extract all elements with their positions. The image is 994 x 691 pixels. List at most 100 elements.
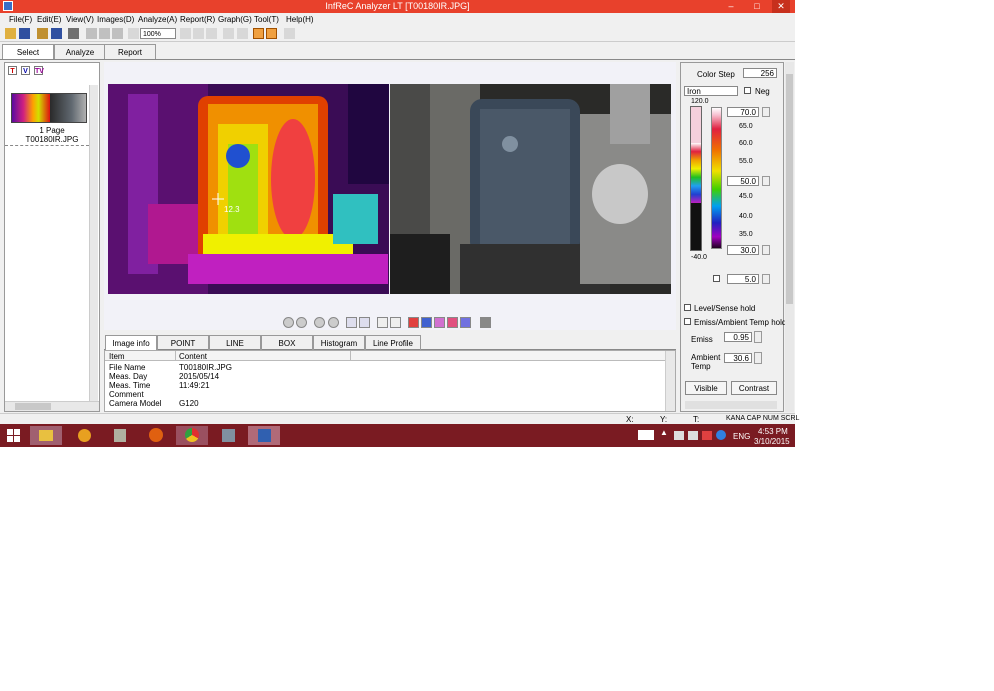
menu-images[interactable]: Images(D) xyxy=(97,15,134,24)
emiss-spinner[interactable] xyxy=(754,331,762,343)
print-icon[interactable] xyxy=(68,28,79,39)
menu-help[interactable]: Help(H) xyxy=(286,15,314,24)
app-icon-3[interactable] xyxy=(212,426,244,445)
tab-box[interactable]: BOX xyxy=(261,335,313,350)
minimize-button[interactable]: – xyxy=(722,0,740,13)
lower-spinner[interactable] xyxy=(762,245,770,255)
visible-button[interactable]: Visible xyxy=(685,381,727,395)
clock-date[interactable]: 3/10/2015 xyxy=(754,437,790,446)
start-icon[interactable] xyxy=(7,429,21,442)
tab-select[interactable]: Select xyxy=(2,44,54,59)
zoom-in-icon[interactable] xyxy=(377,317,388,328)
ambient-spinner[interactable] xyxy=(754,352,762,364)
expand-icon[interactable] xyxy=(359,317,370,328)
visible-view-icon[interactable]: V xyxy=(21,66,30,75)
fullscreen-icon[interactable] xyxy=(480,317,491,328)
zoom-out-icon[interactable] xyxy=(390,317,401,328)
next-icon[interactable] xyxy=(328,317,339,328)
firefox-icon[interactable] xyxy=(140,426,172,445)
contrast-button[interactable]: Contrast xyxy=(731,381,777,395)
menu-file[interactable]: File(F) xyxy=(9,15,32,24)
zoom-select[interactable]: 100% xyxy=(140,28,176,39)
close-button[interactable]: ✕ xyxy=(772,0,790,13)
app-icon-2[interactable] xyxy=(104,426,136,445)
menu-report[interactable]: Report(R) xyxy=(180,15,215,24)
color-step-input[interactable]: 256 xyxy=(743,68,777,78)
box-tool-icon[interactable] xyxy=(193,28,204,39)
app-tray-icon[interactable] xyxy=(716,430,726,440)
tab-report[interactable]: Report xyxy=(104,44,156,59)
tab-point[interactable]: POINT xyxy=(157,335,209,350)
step-input[interactable]: 5.0 xyxy=(727,274,759,284)
tab-line[interactable]: LINE xyxy=(209,335,261,350)
pip-mode-icon[interactable] xyxy=(447,317,458,328)
chrome-icon[interactable] xyxy=(176,426,208,445)
app-icon-1[interactable] xyxy=(68,426,100,445)
alert-icon[interactable] xyxy=(702,431,712,440)
cut-icon[interactable] xyxy=(86,28,97,39)
tab-image-info[interactable]: Image info xyxy=(105,335,157,350)
paste-icon[interactable] xyxy=(112,28,123,39)
mid-input[interactable]: 50.0 xyxy=(727,176,759,186)
copy-icon[interactable] xyxy=(99,28,110,39)
upper-input[interactable]: 70.0 xyxy=(727,107,759,117)
neg-checkbox[interactable] xyxy=(744,87,751,94)
palette-select[interactable]: Iron xyxy=(684,86,738,96)
zoom-icon[interactable] xyxy=(128,28,139,39)
level-hold-checkbox[interactable] xyxy=(684,304,691,311)
menu-graph[interactable]: Graph(G) xyxy=(218,15,252,24)
upper-spinner[interactable] xyxy=(762,107,770,117)
tab-histogram[interactable]: Histogram xyxy=(313,335,365,350)
first-icon[interactable] xyxy=(283,317,294,328)
cursor-icon[interactable] xyxy=(223,28,234,39)
clock-time[interactable]: 4:53 PM xyxy=(758,427,788,436)
save-icon[interactable] xyxy=(19,28,30,39)
open-multi-icon[interactable] xyxy=(37,28,48,39)
menu-edit[interactable]: Edit(E) xyxy=(37,15,61,24)
maximize-button[interactable]: □ xyxy=(748,0,766,13)
tab-analyze[interactable]: Analyze xyxy=(54,44,106,59)
line-tool-icon[interactable] xyxy=(180,28,191,39)
keyboard-icon[interactable] xyxy=(638,430,654,440)
blend-mode-icon[interactable] xyxy=(434,317,445,328)
palette-hscroll[interactable] xyxy=(685,401,777,409)
title-bar[interactable]: InfReC Analyzer LT [T00180IR.JPG] – □ ✕ xyxy=(0,0,795,13)
save-all-icon[interactable] xyxy=(51,28,62,39)
fit-icon[interactable] xyxy=(346,317,357,328)
emiss-hold-checkbox[interactable] xyxy=(684,318,691,325)
thumbnail-image[interactable] xyxy=(11,93,87,123)
move-icon[interactable] xyxy=(237,28,248,39)
mid-spinner[interactable] xyxy=(762,176,770,186)
signal-icon[interactable] xyxy=(688,431,698,440)
menu-view[interactable]: View(V) xyxy=(66,15,94,24)
thumb-vscroll[interactable] xyxy=(89,85,98,401)
step-checkbox[interactable] xyxy=(713,275,720,282)
rotate-icon[interactable] xyxy=(206,28,217,39)
side-mode-icon[interactable] xyxy=(460,317,471,328)
prev-icon[interactable] xyxy=(296,317,307,328)
dual-view-icon[interactable]: TV xyxy=(34,66,44,75)
tab-line-profile[interactable]: Line Profile xyxy=(365,335,421,350)
thermal-image[interactable]: 12.3 xyxy=(108,84,389,294)
panel-vscroll[interactable] xyxy=(785,62,794,412)
infrec-taskbar-icon[interactable] xyxy=(248,426,280,445)
open-folder-icon[interactable] xyxy=(5,28,16,39)
step-spinner[interactable] xyxy=(762,274,770,284)
explorer-icon[interactable] xyxy=(30,426,62,445)
menu-analyze[interactable]: Analyze(A) xyxy=(138,15,177,24)
menu-tool[interactable]: Tool(T) xyxy=(254,15,279,24)
visible-image[interactable] xyxy=(390,84,671,294)
stripe-icon[interactable] xyxy=(284,28,295,39)
layout-single-icon[interactable] xyxy=(253,28,264,39)
table-vscroll[interactable] xyxy=(665,351,675,411)
ambient-input[interactable]: 30.6 xyxy=(724,353,752,363)
tray-arrow-icon[interactable]: ▲ xyxy=(660,428,668,437)
emiss-input[interactable]: 0.95 xyxy=(724,332,752,342)
network-icon[interactable] xyxy=(674,431,684,440)
level-slider[interactable] xyxy=(690,106,702,251)
language-indicator[interactable]: ENG xyxy=(733,432,750,441)
stop-icon[interactable] xyxy=(314,317,325,328)
ir-view-icon[interactable]: T xyxy=(8,66,17,75)
ir-mode-icon[interactable] xyxy=(408,317,419,328)
thumb-hscroll[interactable] xyxy=(5,401,99,411)
